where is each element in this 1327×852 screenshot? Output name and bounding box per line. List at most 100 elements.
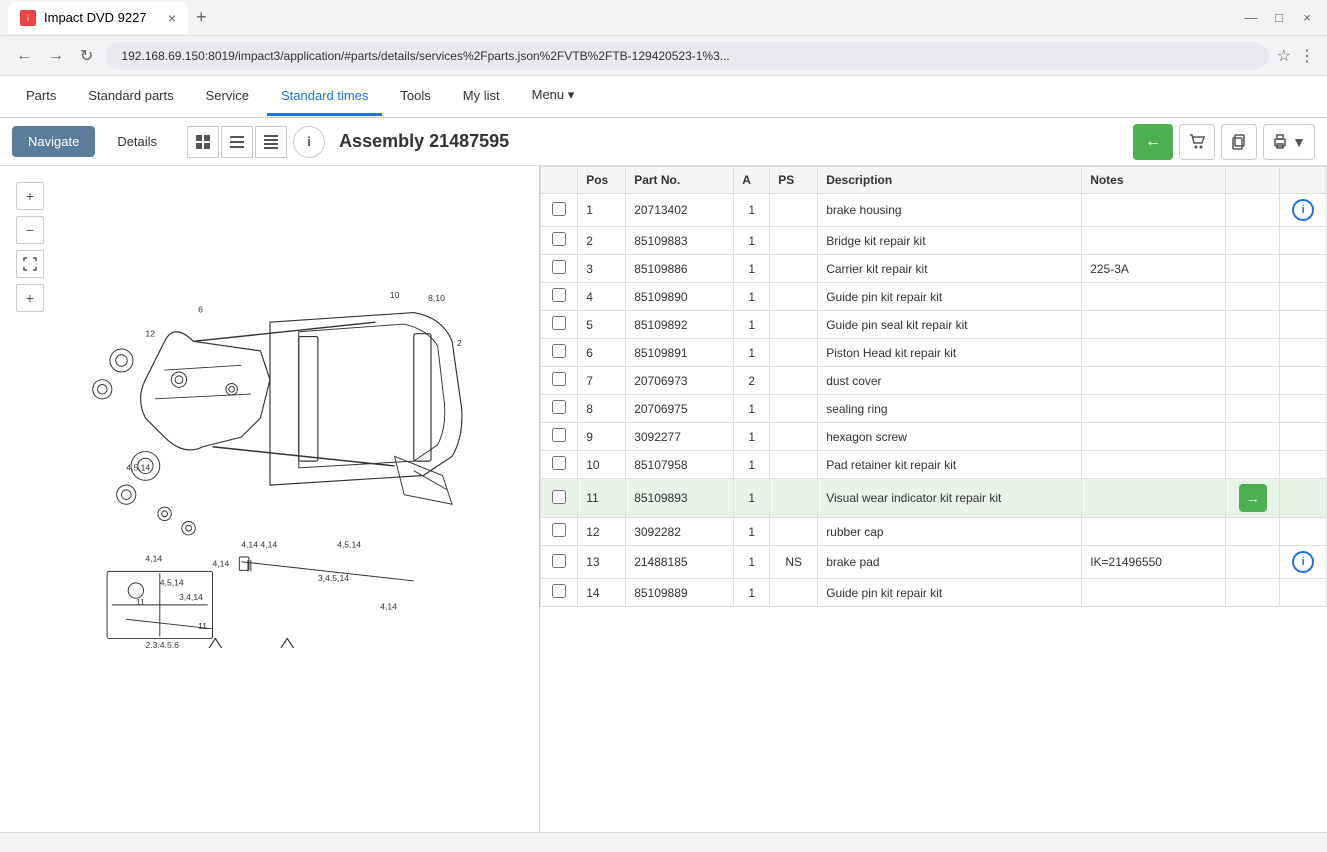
cell-notes — [1082, 395, 1226, 423]
compact-list-btn[interactable] — [255, 126, 287, 158]
row-checkbox[interactable] — [552, 490, 566, 504]
nav-standard-times[interactable]: Standard times — [267, 78, 382, 116]
cell-partno: 85109890 — [626, 283, 734, 311]
cell-a: 1 — [734, 339, 770, 367]
cell-action-info — [1280, 255, 1327, 283]
nav-standard-parts[interactable]: Standard parts — [74, 78, 187, 116]
cell-action-arrow — [1226, 423, 1280, 451]
row-info-btn[interactable]: i — [1292, 551, 1314, 573]
close-btn[interactable]: × — [1295, 6, 1319, 30]
row-checkbox[interactable] — [552, 584, 566, 598]
row-checkbox[interactable] — [552, 260, 566, 274]
cell-description: rubber cap — [818, 518, 1082, 546]
navigate-tab[interactable]: Navigate — [12, 126, 95, 157]
cell-a: 1 — [734, 255, 770, 283]
print-btn[interactable]: ▼ — [1263, 124, 1315, 160]
nav-tools[interactable]: Tools — [386, 78, 444, 116]
diagram-tools: + − + — [16, 182, 44, 312]
address-bar[interactable] — [105, 42, 1268, 70]
cell-a: 1 — [734, 579, 770, 607]
nav-menu[interactable]: Menu ▾ — [518, 77, 589, 116]
cell-action-arrow — [1226, 395, 1280, 423]
row-checkbox[interactable] — [552, 456, 566, 470]
back-btn[interactable]: ← — [12, 43, 36, 69]
cell-pos: 1 — [578, 194, 626, 227]
cell-action-info — [1280, 423, 1327, 451]
cart-btn[interactable] — [1179, 124, 1215, 160]
back-arrow-btn[interactable]: ← — [1133, 124, 1173, 160]
row-checkbox[interactable] — [552, 344, 566, 358]
cell-ps — [770, 579, 818, 607]
browser-menu-btn[interactable]: ⋮ — [1299, 46, 1315, 66]
cell-a: 1 — [734, 451, 770, 479]
cell-action-info — [1280, 339, 1327, 367]
cell-action-arrow — [1226, 579, 1280, 607]
list-view-btn[interactable] — [221, 126, 253, 158]
toolbar: Navigate Details i Assembly 21487595 ← ▼ — [0, 118, 1327, 166]
nav-parts[interactable]: Parts — [12, 78, 70, 116]
cell-partno: 85109891 — [626, 339, 734, 367]
row-checkbox[interactable] — [552, 232, 566, 246]
row-info-btn[interactable]: i — [1292, 199, 1314, 221]
add-view-btn[interactable]: + — [16, 284, 44, 312]
minimize-btn[interactable]: — — [1239, 6, 1263, 30]
new-tab-btn[interactable]: + — [196, 7, 207, 28]
fit-btn[interactable] — [16, 250, 44, 278]
col-header-action2 — [1280, 167, 1327, 194]
row-checkbox[interactable] — [552, 202, 566, 216]
cell-a: 1 — [734, 518, 770, 546]
col-header-check — [541, 167, 578, 194]
cell-pos: 9 — [578, 423, 626, 451]
cell-partno: 85109886 — [626, 255, 734, 283]
row-checkbox[interactable] — [552, 523, 566, 537]
nav-my-list[interactable]: My list — [449, 78, 514, 116]
grid-view-btn[interactable] — [187, 126, 219, 158]
zoom-out-btn[interactable]: − — [16, 216, 44, 244]
row-checkbox[interactable] — [552, 428, 566, 442]
cell-notes — [1082, 339, 1226, 367]
cell-action-info — [1280, 451, 1327, 479]
row-checkbox[interactable] — [552, 372, 566, 386]
details-tab[interactable]: Details — [101, 126, 173, 157]
row-checkbox[interactable] — [552, 554, 566, 568]
refresh-btn[interactable]: ↻ — [76, 42, 97, 70]
cell-action-info — [1280, 395, 1327, 423]
tab-close-btn[interactable]: × — [168, 10, 176, 26]
cell-partno: 85109889 — [626, 579, 734, 607]
cell-description: Pad retainer kit repair kit — [818, 451, 1082, 479]
cell-ps — [770, 367, 818, 395]
row-arrow-btn[interactable]: → — [1239, 484, 1267, 512]
nav-service[interactable]: Service — [192, 78, 263, 116]
cell-action-info — [1280, 579, 1327, 607]
table-row: 3851098861Carrier kit repair kit225-3A — [541, 255, 1327, 283]
cell-action-arrow — [1226, 518, 1280, 546]
cell-notes — [1082, 194, 1226, 227]
cell-partno: 21488185 — [626, 546, 734, 579]
svg-text:3,4,5,14: 3,4,5,14 — [317, 573, 348, 583]
main-content: + − + — [0, 166, 1327, 832]
row-checkbox[interactable] — [552, 400, 566, 414]
row-checkbox[interactable] — [552, 288, 566, 302]
browser-addressbar: ← → ↻ ☆ ⋮ — [0, 36, 1327, 76]
cell-pos: 5 — [578, 311, 626, 339]
copy-btn[interactable] — [1221, 124, 1257, 160]
cell-description: brake housing — [818, 194, 1082, 227]
cell-description: Visual wear indicator kit repair kit — [818, 479, 1082, 518]
row-checkbox[interactable] — [552, 316, 566, 330]
svg-text:2: 2 — [456, 338, 461, 348]
maximize-btn[interactable]: □ — [1267, 6, 1291, 30]
cell-description: brake pad — [818, 546, 1082, 579]
cell-partno: 85107958 — [626, 451, 734, 479]
zoom-in-btn[interactable]: + — [16, 182, 44, 210]
info-btn[interactable]: i — [293, 126, 325, 158]
cell-description: Piston Head kit repair kit — [818, 339, 1082, 367]
parts-panel: Pos Part No. A PS Description Notes 1207… — [540, 166, 1327, 832]
cell-action-arrow — [1226, 367, 1280, 395]
cell-pos: 7 — [578, 367, 626, 395]
browser-tab[interactable]: i Impact DVD 9227 × — [8, 2, 188, 34]
bookmark-btn[interactable]: ☆ — [1277, 46, 1291, 66]
cell-ps — [770, 311, 818, 339]
forward-btn[interactable]: → — [44, 43, 68, 69]
cell-pos: 3 — [578, 255, 626, 283]
col-header-ps: PS — [770, 167, 818, 194]
